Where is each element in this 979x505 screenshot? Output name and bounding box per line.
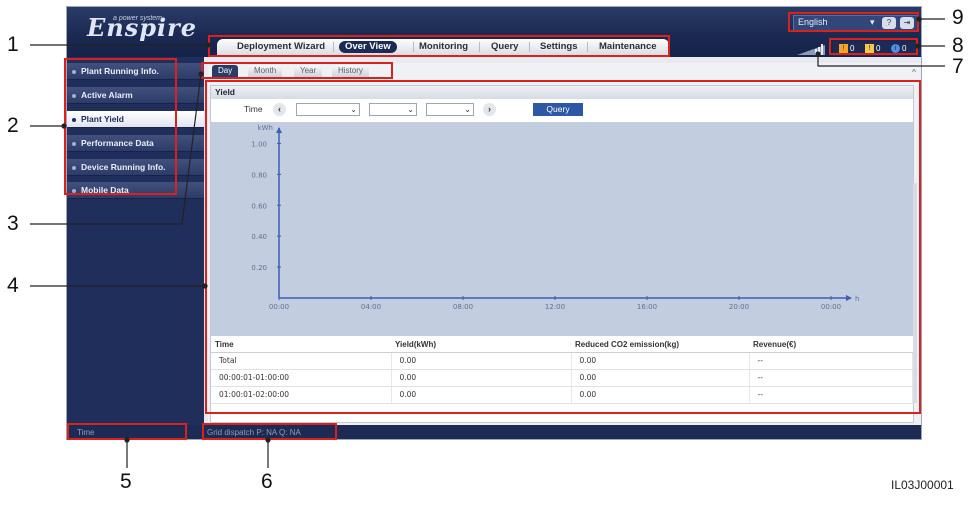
callout-box-9 bbox=[788, 12, 919, 32]
status-bar: Time Grid dispatch P: NA Q: NA bbox=[67, 425, 921, 439]
callout-box-6 bbox=[202, 423, 337, 440]
callout-number-1: 1 bbox=[7, 33, 19, 56]
callout-box-2 bbox=[64, 58, 177, 195]
callout-number-9: 9 bbox=[952, 6, 964, 29]
signal-icon bbox=[797, 44, 825, 55]
callout-number-8: 8 bbox=[952, 34, 964, 57]
figure: Enspire a power system English ▾ ? ⇥ Dep… bbox=[0, 0, 979, 505]
scroll-up-icon[interactable]: ^ bbox=[909, 68, 919, 78]
callout-box-3 bbox=[201, 62, 393, 79]
callout-box-1 bbox=[208, 35, 670, 57]
callout-number-5: 5 bbox=[120, 470, 132, 493]
callout-number-3: 3 bbox=[7, 212, 19, 235]
callout-number-7: 7 bbox=[952, 55, 964, 78]
callout-number-4: 4 bbox=[7, 274, 19, 297]
callout-number-6: 6 bbox=[261, 470, 273, 493]
callout-box-4 bbox=[205, 80, 921, 414]
callout-number-2: 2 bbox=[7, 114, 19, 137]
logo-subtext: a power system bbox=[113, 15, 163, 22]
callout-box-8 bbox=[829, 38, 918, 55]
figure-id: IL03J00001 bbox=[891, 478, 954, 492]
callout-box-5 bbox=[67, 423, 187, 440]
